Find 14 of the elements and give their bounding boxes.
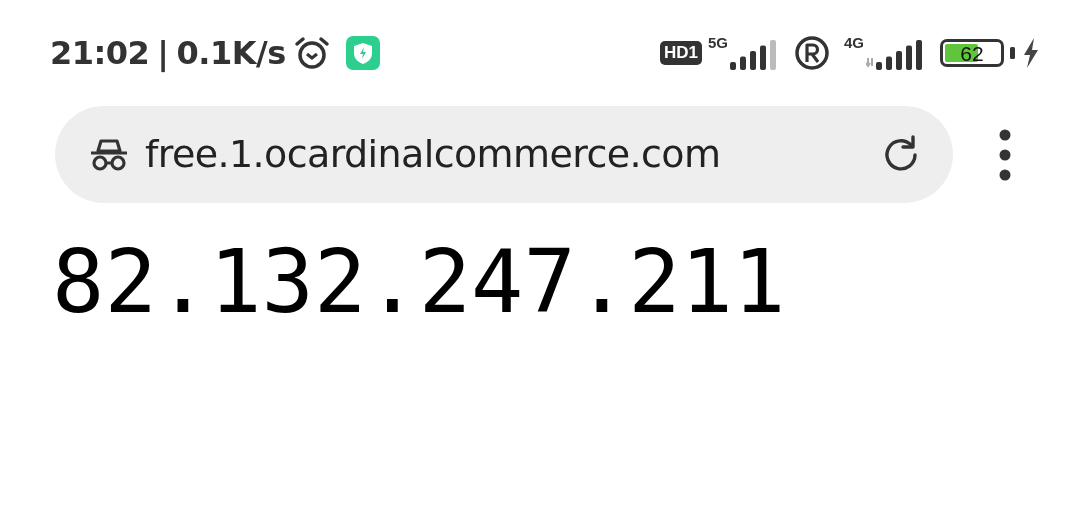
shield-icon — [345, 36, 380, 70]
network-type: 4G — [844, 34, 864, 50]
network-speed: 0.1K/s — [176, 33, 286, 74]
ip-address-text: 82.132.247.211 — [52, 239, 787, 326]
alarm-clock-icon — [293, 35, 330, 71]
separator: | — [157, 33, 169, 74]
battery-tip-icon — [1010, 47, 1016, 59]
url-text: free.1.ocardinalcommerce.com — [145, 131, 722, 178]
network-type: 5G — [707, 34, 728, 50]
roaming-icon — [794, 35, 830, 71]
address-bar[interactable]: free.1.ocardinalcommerce.com — [55, 106, 953, 203]
clock-time: 21:02 — [50, 33, 150, 74]
menu-icon[interactable] — [998, 128, 1012, 181]
hd-badge: HD1 — [659, 40, 702, 66]
